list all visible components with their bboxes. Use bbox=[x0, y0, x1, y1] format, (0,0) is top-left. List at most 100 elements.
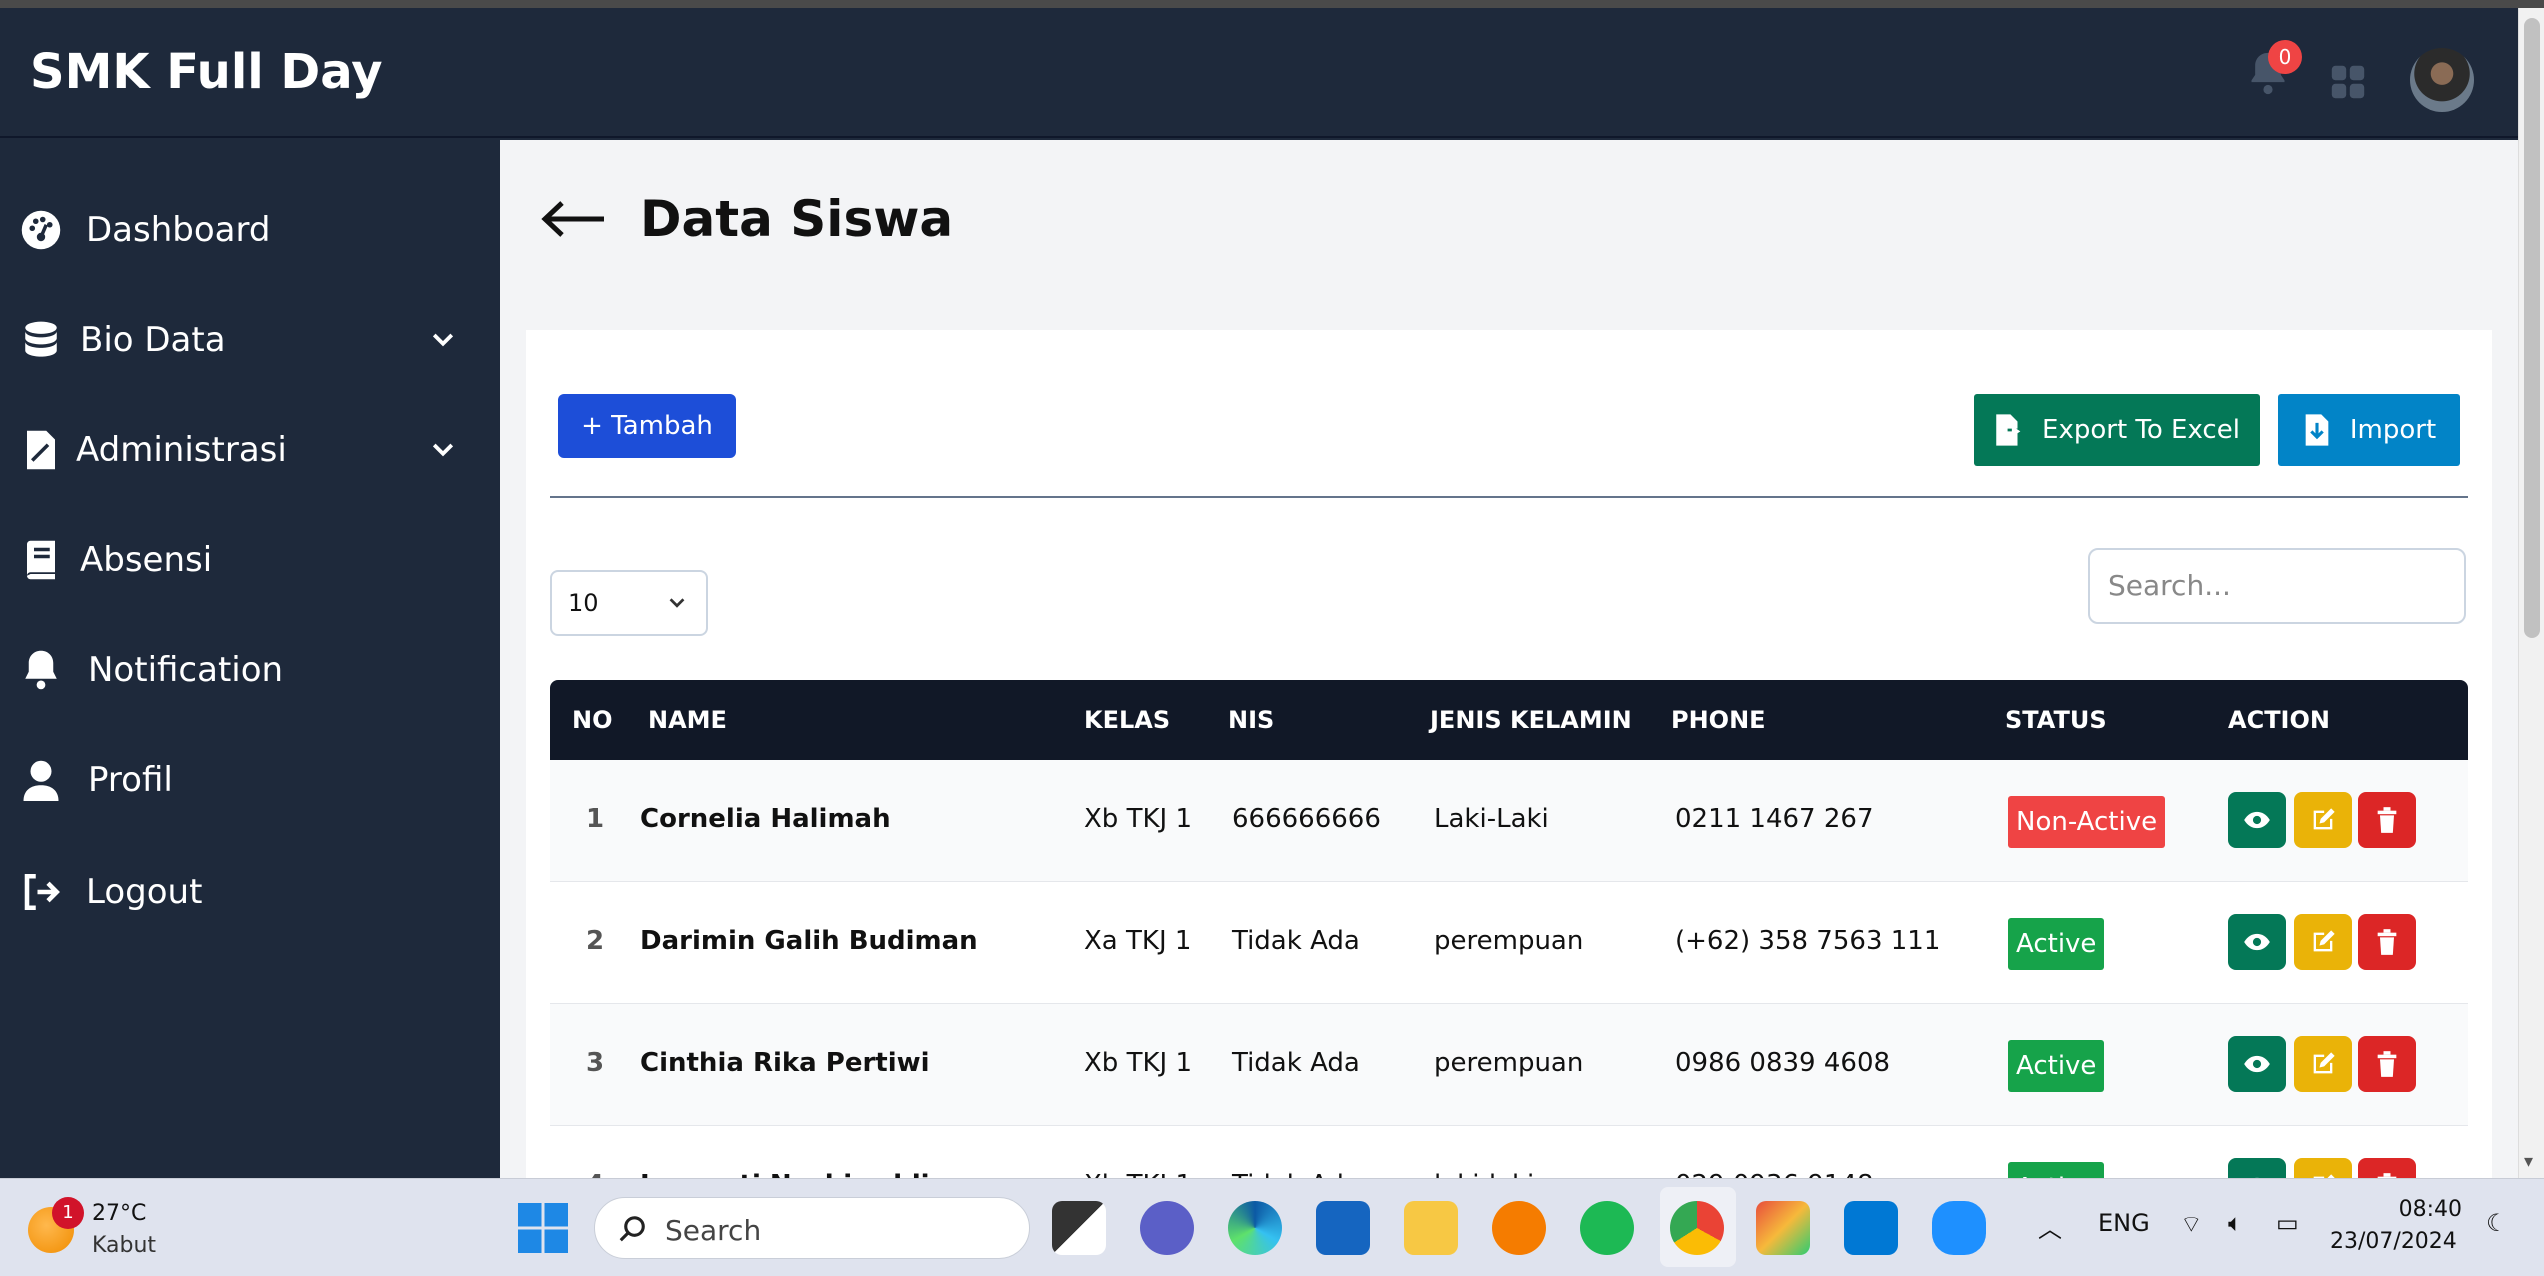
taskbar-search[interactable]: Search bbox=[594, 1197, 1030, 1259]
divider bbox=[550, 496, 2468, 498]
status-badge: Active bbox=[2008, 918, 2105, 970]
battery-icon[interactable]: ▭ bbox=[2276, 1209, 2299, 1237]
sidebar-item-notification[interactable]: Notification bbox=[0, 630, 500, 710]
import-button[interactable]: Import bbox=[2278, 394, 2460, 466]
book-icon bbox=[27, 540, 55, 580]
table-body: 1 Cornelia Halimah Xb TKJ 1 666666666 La… bbox=[550, 760, 2468, 1178]
per-page-value: 10 bbox=[568, 589, 599, 617]
status-badge: Non-Active bbox=[2008, 796, 2166, 848]
folder-icon[interactable] bbox=[1404, 1201, 1458, 1255]
per-page-select[interactable]: 10 bbox=[550, 570, 708, 636]
edit-button[interactable] bbox=[2294, 792, 2352, 848]
moon-icon[interactable]: ☾ bbox=[2486, 1209, 2508, 1237]
git-app-icon[interactable] bbox=[1756, 1201, 1810, 1255]
task-view-icon[interactable] bbox=[1052, 1201, 1106, 1255]
cell-no: 3 bbox=[586, 1048, 605, 1078]
delete-button[interactable] bbox=[2358, 1158, 2416, 1178]
back-arrow-icon[interactable] bbox=[540, 199, 606, 239]
cell-jenis-kelamin: laki-laki bbox=[1434, 1170, 1534, 1178]
brand-title[interactable]: SMK Full Day bbox=[30, 44, 382, 100]
weather-condition[interactable]: Kabut bbox=[92, 1233, 156, 1258]
cell-name: Jagapati Nashiruddin bbox=[640, 1170, 948, 1178]
eye-icon bbox=[2244, 811, 2270, 829]
tray-chevron-up-icon[interactable]: ︿ bbox=[2038, 1209, 2062, 1244]
sidebar-item-label: Absensi bbox=[80, 540, 213, 580]
user-avatar[interactable] bbox=[2410, 48, 2474, 112]
view-button[interactable] bbox=[2228, 1158, 2286, 1178]
view-button[interactable] bbox=[2228, 914, 2286, 970]
table-row: 1 Cornelia Halimah Xb TKJ 1 666666666 La… bbox=[550, 760, 2468, 882]
delete-button[interactable] bbox=[2358, 792, 2416, 848]
table-row: 4 Jagapati Nashiruddin Xb TKJ 1 Tidak Ad… bbox=[550, 1126, 2468, 1178]
cell-jenis-kelamin: perempuan bbox=[1434, 1048, 1584, 1078]
view-button[interactable] bbox=[2228, 792, 2286, 848]
elephant-app-icon[interactable] bbox=[1932, 1201, 1986, 1255]
sidebar-item-profil[interactable]: Profil bbox=[0, 740, 500, 820]
search-input[interactable]: Search... bbox=[2088, 548, 2466, 624]
trash-icon bbox=[2377, 1051, 2397, 1077]
windows-start-icon[interactable] bbox=[518, 1203, 568, 1253]
cell-no: 2 bbox=[586, 926, 605, 956]
trash-icon bbox=[2377, 929, 2397, 955]
clock-time[interactable]: 08:40 bbox=[2362, 1197, 2462, 1222]
file-import-icon bbox=[2305, 414, 2329, 446]
sidebar-item-label: Profil bbox=[88, 760, 173, 800]
scroll-down-arrow-icon[interactable]: ▾ bbox=[2524, 1151, 2533, 1172]
language-indicator[interactable]: ENG bbox=[2098, 1209, 2150, 1237]
col-kelas: KELAS bbox=[1084, 706, 1171, 734]
spotify-icon[interactable] bbox=[1580, 1201, 1634, 1255]
cell-phone: 0211 1467 267 bbox=[1675, 804, 1874, 834]
windows-taskbar: 1 27°C Kabut Search ︿ ENG ⌔ 🔈︎ ▭ 08:40 2… bbox=[0, 1178, 2544, 1276]
cell-phone: 0986 0839 4608 bbox=[1675, 1048, 1891, 1078]
page-title: Data Siswa bbox=[640, 190, 954, 248]
chevron-down-icon bbox=[669, 598, 685, 608]
col-name: NAME bbox=[648, 706, 727, 734]
vscode-icon[interactable] bbox=[1844, 1201, 1898, 1255]
chevron-down-icon[interactable] bbox=[428, 325, 458, 355]
sidebar-item-bio-data[interactable]: Bio Data bbox=[0, 300, 500, 380]
sidebar-item-absensi[interactable]: Absensi bbox=[0, 520, 500, 600]
temperature[interactable]: 27°C bbox=[92, 1201, 146, 1226]
cell-phone: 029 0936 9148 bbox=[1675, 1170, 1874, 1178]
clock-date[interactable]: 23/07/2024 bbox=[2330, 1229, 2457, 1254]
edge-icon[interactable] bbox=[1228, 1201, 1282, 1255]
delete-button[interactable] bbox=[2358, 1036, 2416, 1092]
store-icon[interactable] bbox=[1316, 1201, 1370, 1255]
edit-button[interactable] bbox=[2294, 1158, 2352, 1178]
view-button[interactable] bbox=[2228, 1036, 2286, 1092]
col-status: STATUS bbox=[2005, 706, 2107, 734]
export-excel-button[interactable]: Export To Excel bbox=[1974, 394, 2260, 466]
cell-kelas: Xa TKJ 1 bbox=[1084, 926, 1192, 956]
edit-icon bbox=[2313, 930, 2335, 952]
chevron-down-icon[interactable] bbox=[428, 435, 458, 465]
status-badge: Active bbox=[2008, 1162, 2105, 1178]
cell-nis: Tidak Ada bbox=[1232, 1048, 1360, 1078]
delete-button[interactable] bbox=[2358, 914, 2416, 970]
sidebar-item-logout[interactable]: Logout bbox=[0, 852, 500, 932]
chrome-icon[interactable] bbox=[1670, 1201, 1724, 1255]
scrollbar-thumb[interactable] bbox=[2524, 18, 2540, 638]
cell-nis: 666666666 bbox=[1232, 804, 1381, 834]
app-orange-icon[interactable] bbox=[1492, 1201, 1546, 1255]
weather-badge: 1 bbox=[52, 1197, 84, 1229]
top-navbar: SMK Full Day 0 bbox=[0, 8, 2518, 138]
edit-button[interactable] bbox=[2294, 1036, 2352, 1092]
sidebar-item-administrasi[interactable]: Administrasi bbox=[0, 410, 500, 490]
edit-button[interactable] bbox=[2294, 914, 2352, 970]
database-icon bbox=[25, 321, 57, 357]
table-header: NO NAME KELAS NIS JENIS KELAMIN PHONE ST… bbox=[550, 680, 2468, 760]
taskbar-search-label: Search bbox=[665, 1214, 762, 1247]
wifi-icon[interactable]: ⌔ bbox=[2180, 1209, 2203, 1239]
volume-icon[interactable]: 🔈︎ bbox=[2228, 1209, 2242, 1237]
add-button[interactable]: + Tambah bbox=[558, 394, 736, 458]
status-badge: Active bbox=[2008, 1040, 2105, 1092]
sidebar-item-dashboard[interactable]: Dashboard bbox=[0, 190, 500, 270]
export-label: Export To Excel bbox=[2042, 415, 2240, 445]
apps-grid-icon[interactable] bbox=[2330, 64, 2366, 100]
page-scrollbar[interactable]: ▾ bbox=[2518, 8, 2544, 1178]
cell-kelas: Xb TKJ 1 bbox=[1084, 804, 1192, 834]
cell-name: Darimin Galih Budiman bbox=[640, 926, 978, 956]
data-card: + Tambah Export To Excel Import 10 Searc bbox=[526, 330, 2492, 1178]
eye-icon bbox=[2244, 1055, 2270, 1073]
teams-icon[interactable] bbox=[1140, 1201, 1194, 1255]
